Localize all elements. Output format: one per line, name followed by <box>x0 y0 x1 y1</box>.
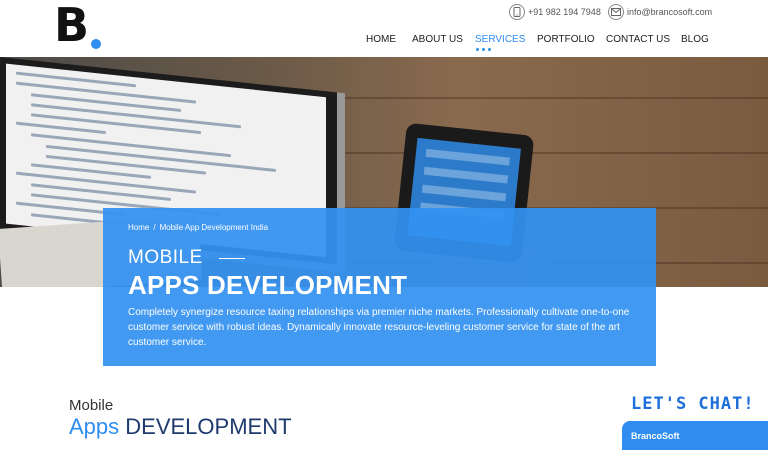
section-title: Apps DEVELOPMENT <box>69 414 292 440</box>
site-header: B +91 982 194 7948 info@brancosoft.com H… <box>0 0 768 57</box>
hero-title: APPS DEVELOPMENT <box>128 270 408 300</box>
main-nav: HOME ABOUT US SERVICES PORTFOLIO CONTACT… <box>0 34 768 48</box>
breadcrumb: Home / Mobile App Development India <box>128 223 268 232</box>
chat-heading[interactable]: LET'S CHAT! <box>631 394 755 414</box>
phone-number: +91 982 194 7948 <box>528 7 601 17</box>
hero-overlay-card: Home / Mobile App Development India MOBI… <box>103 208 656 366</box>
chat-widget-button[interactable]: BrancoSoft <box>622 421 768 450</box>
nav-services[interactable]: SERVICES <box>475 34 525 45</box>
breadcrumb-current: Mobile App Development India <box>159 223 269 232</box>
nav-contact-us[interactable]: CONTACT US <box>606 34 670 45</box>
phone-icon <box>509 4 525 20</box>
mail-icon <box>608 4 624 20</box>
header-email[interactable]: info@brancosoft.com <box>608 4 712 20</box>
nav-portfolio[interactable]: PORTFOLIO <box>537 34 595 45</box>
hero-subtitle: MOBILE <box>128 247 245 269</box>
breadcrumb-home[interactable]: Home <box>128 223 149 232</box>
nav-active-indicator <box>476 48 491 51</box>
nav-about-us[interactable]: ABOUT US <box>412 34 463 45</box>
section-title-rest: DEVELOPMENT <box>119 414 292 439</box>
hero-subtitle-text: MOBILE <box>128 247 203 268</box>
section-title-accent: Apps <box>69 414 120 439</box>
hero-dash <box>218 257 245 259</box>
nav-home[interactable]: HOME <box>366 34 396 45</box>
email-address: info@brancosoft.com <box>627 7 713 17</box>
nav-blog[interactable]: BLOG <box>681 34 709 45</box>
breadcrumb-separator: / <box>153 223 156 232</box>
section-subtitle: Mobile <box>69 397 114 414</box>
chat-widget-label: BrancoSoft <box>631 431 680 441</box>
hero-description: Completely synergize resource taxing rel… <box>128 307 630 348</box>
header-phone[interactable]: +91 982 194 7948 <box>509 4 601 20</box>
